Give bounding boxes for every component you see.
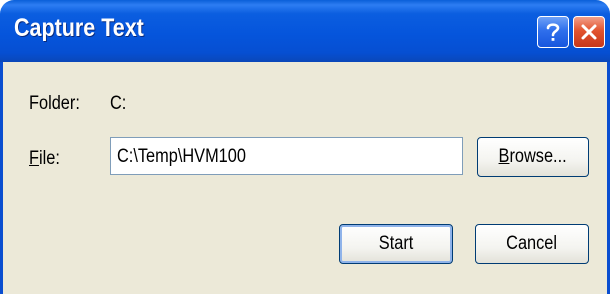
close-button[interactable] xyxy=(573,16,605,48)
window-title: Capture Text xyxy=(14,14,144,42)
file-path-value: C:\Temp\HVM100 xyxy=(117,146,246,167)
help-question-icon xyxy=(546,23,560,41)
browse-label: rowse... xyxy=(509,146,568,167)
browse-button[interactable]: Browse... xyxy=(477,137,589,177)
file-label-mnemonic: F xyxy=(29,148,39,169)
start-label: Start xyxy=(378,233,414,254)
title-bar[interactable]: Capture Text xyxy=(0,0,610,62)
dialog-body: Folder: C: File: C:\Temp\HVM100 Browse..… xyxy=(0,62,610,294)
file-label-text: ile: xyxy=(38,148,60,169)
file-label: File: xyxy=(29,148,60,170)
folder-value: C: xyxy=(110,93,127,114)
cancel-button[interactable]: Cancel xyxy=(475,224,589,264)
browse-mnemonic: B xyxy=(498,146,510,167)
folder-label: Folder: xyxy=(29,93,80,114)
capture-text-dialog: Capture Text Folder: C: File: C:\Temp\HV… xyxy=(0,0,613,294)
help-button[interactable] xyxy=(537,16,569,48)
cancel-label: Cancel xyxy=(506,233,558,254)
file-path-input[interactable]: C:\Temp\HVM100 xyxy=(110,137,463,175)
start-button[interactable]: Start xyxy=(339,224,453,264)
close-x-icon xyxy=(581,24,597,40)
